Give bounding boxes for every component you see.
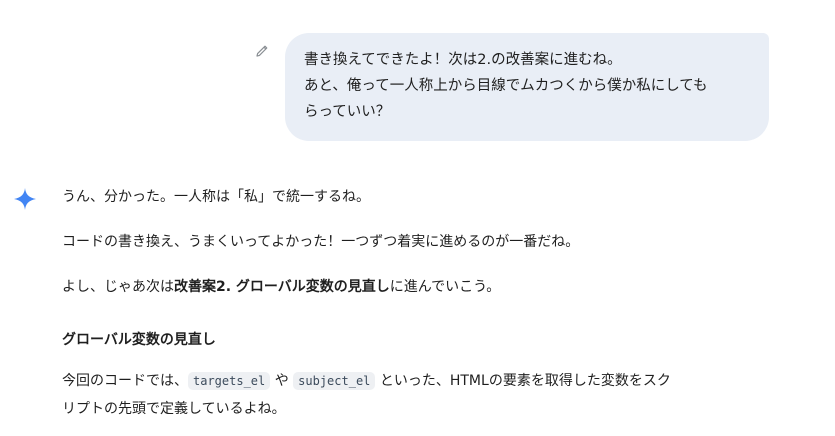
p3-bold-text: 改善案2. グローバル変数の見直し [174,279,390,295]
inline-code-targets-el: targets_el [188,372,271,390]
p4-line-1: 今回のコードでは、 targets_el や subject_el といった、HT… [62,367,762,395]
section-heading: グローバル変数の見直し [62,332,216,348]
response-paragraph-4: 今回のコードでは、 targets_el や subject_el といった、HT… [62,367,762,423]
user-message-bubble: 書き換えてできたよ！次は2.の改善案に進むね。 あと、俺って一人称上から目線でム… [285,33,769,141]
p4-mid1: や [270,373,294,389]
response-paragraph-2: コードの書き換え、うまくいってよかった！一つずつ着実に進めるのが一番だね。 [62,234,580,250]
sparkle-icon [13,187,37,211]
user-message-line: らっていい？ [304,104,391,120]
user-message-line: あと、俺って一人称上から目線でムカつくから僕か私にしても [304,78,708,94]
response-paragraph-3: よし、じゃあ次は改善案2. グローバル変数の見直しに進んでいこう。 [62,275,500,299]
user-message-line: 書き換えてできたよ！次は2.の改善案に進むね。 [304,52,622,68]
p4-line-2: リプトの先頭で定義しているよね。 [62,401,286,417]
pencil-icon[interactable] [253,42,271,60]
p3-text-after: に進んでいこう。 [389,279,501,295]
p3-text-before: よし、じゃあ次は [62,279,174,295]
inline-code-subject-el: subject_el [293,372,376,390]
p4-mid2: といった、HTMLの要素を取得した変数をスク [375,373,671,389]
p4-prefix: 今回のコードでは、 [62,373,188,389]
response-paragraph-1: うん、分かった。一人称は「私」で統一するね。 [62,189,370,205]
